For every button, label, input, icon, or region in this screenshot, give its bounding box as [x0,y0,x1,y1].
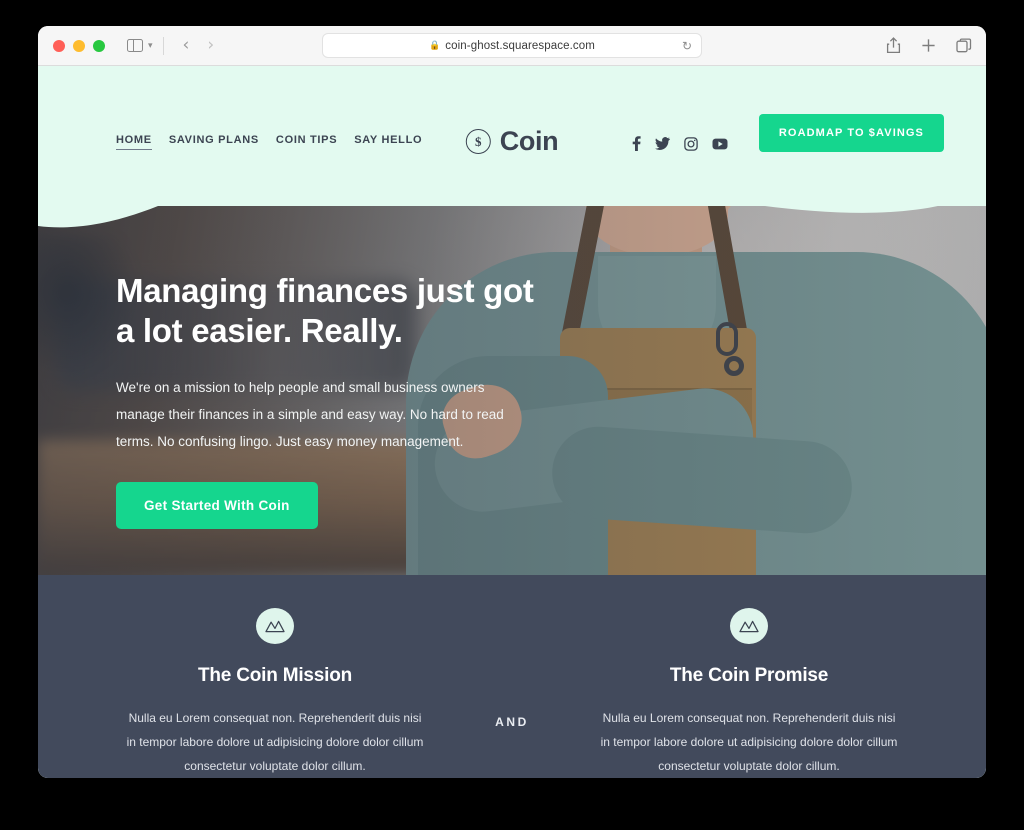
features-divider-label: AND [495,715,529,729]
nav-item-say-hello[interactable]: SAY HELLO [354,134,422,149]
features-section: The Coin Mission Nulla eu Lorem consequa… [38,575,986,778]
hero-copy: Managing finances just got a lot easier.… [116,271,536,529]
social-links [632,136,728,151]
hero-subtext: We're on a mission to help people and sm… [116,379,504,449]
nav-item-coin-tips[interactable]: COIN TIPS [276,134,337,149]
share-button[interactable] [886,37,901,54]
close-window-button[interactable] [53,39,65,52]
nav-item-saving-plans[interactable]: SAVING PLANS [169,134,259,149]
get-started-button[interactable]: Get Started With Coin [116,481,318,529]
screenshot-root: ▾ ‹ › 🔒 coin-ghost.squarespace.com ↻ HOM… [0,0,1024,830]
maximize-window-button[interactable] [93,39,105,52]
address-bar-url: coin-ghost.squarespace.com [445,39,595,52]
toolbar-right-actions [886,37,972,54]
tab-overview-button[interactable] [956,38,972,53]
dollar-sign-circle-icon: $ [465,129,491,154]
feature-title-mission: The Coin Mission [197,665,353,686]
forward-button[interactable]: › [198,37,223,54]
youtube-icon[interactable] [712,138,728,150]
minimize-window-button[interactable] [73,39,85,52]
new-tab-button[interactable] [921,38,936,53]
mountain-peaks-icon [730,608,768,644]
roadmap-to-savings-button[interactable]: ROADMAP TO $AVINGS [758,114,944,152]
lock-icon: 🔒 [429,40,441,50]
sidebar-toggle-icon [127,39,143,52]
nav-item-home[interactable]: HOME [116,134,152,150]
site-logo[interactable]: $ Coin [465,126,559,157]
hero-headline: Managing finances just got a lot easier.… [116,272,534,350]
feature-body-promise: Nulla eu Lorem consequat non. Reprehende… [600,711,898,773]
chevron-down-icon[interactable]: ▾ [148,41,153,50]
site-navigation: HOME SAVING PLANS COIN TIPS SAY HELLO [116,134,422,150]
feature-body-mission: Nulla eu Lorem consequat non. Reprehende… [126,711,424,773]
feature-column-promise: The Coin Promise Nulla eu Lorem consequa… [512,608,986,778]
instagram-icon[interactable] [684,136,698,151]
window-controls [53,39,105,52]
back-button[interactable]: ‹ [174,37,199,54]
reload-button[interactable]: ↻ [682,39,692,53]
address-bar[interactable]: 🔒 coin-ghost.squarespace.com ↻ [322,33,702,58]
browser-window: ▾ ‹ › 🔒 coin-ghost.squarespace.com ↻ HOM… [38,26,986,778]
browser-toolbar: ▾ ‹ › 🔒 coin-ghost.squarespace.com ↻ [38,26,986,66]
feature-column-mission: The Coin Mission Nulla eu Lorem consequa… [38,608,512,778]
sidebar-toggle-button[interactable]: ▾ [127,39,153,52]
toolbar-divider [162,36,164,55]
feature-title-promise: The Coin Promise [669,665,829,686]
features-columns: The Coin Mission Nulla eu Lorem consequa… [38,575,986,778]
twitter-icon[interactable] [655,137,670,150]
mountain-peaks-icon [256,608,294,644]
logo-wordmark: Coin [499,126,559,156]
facebook-icon[interactable] [632,136,641,151]
web-page: HOME SAVING PLANS COIN TIPS SAY HELLO $ … [38,66,986,778]
